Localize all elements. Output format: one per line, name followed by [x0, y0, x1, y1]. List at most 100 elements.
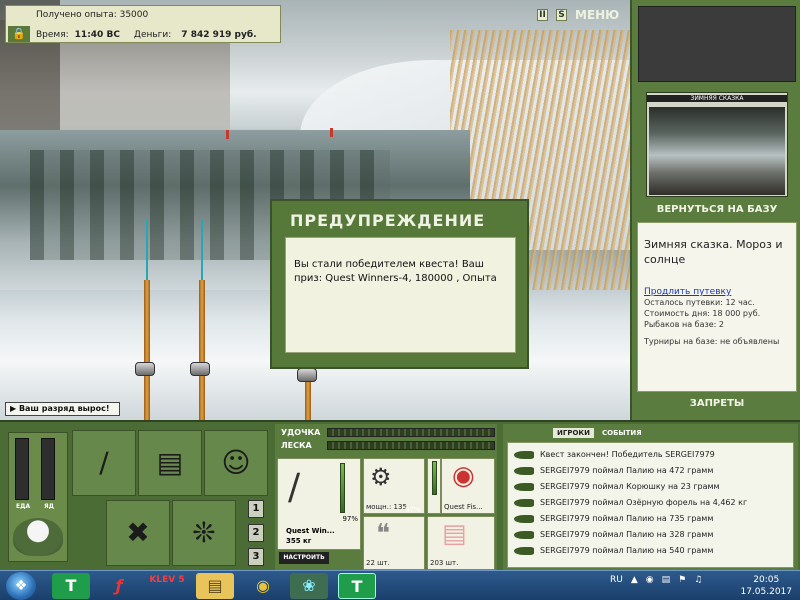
- taskbar-clock[interactable]: 20:05 17.05.2017: [740, 574, 792, 598]
- hooks-slot[interactable]: ❝ 22 шт.: [363, 516, 425, 570]
- player-info-panel: Получено опыта: 35000 🔒 Время: 11:40 ВС …: [5, 5, 281, 43]
- page-3-button[interactable]: 3: [248, 548, 264, 566]
- hooks-count: 22 шт.: [366, 559, 390, 567]
- reel-power: мощн.: 135: [366, 503, 407, 511]
- windows-logo-icon: ❖: [14, 578, 28, 594]
- fish-icon: [514, 514, 534, 523]
- log-line: SERGEI7979 поймал Палию на 540 грамм: [514, 543, 787, 559]
- fish-icon: [514, 482, 534, 491]
- float-1[interactable]: [226, 130, 229, 139]
- rod-2[interactable]: [199, 280, 205, 420]
- rod-1[interactable]: [144, 280, 150, 420]
- tackle-box-icon: ▤: [156, 446, 184, 479]
- time-value: 11:40 ВС: [74, 30, 120, 40]
- extend-trip-link[interactable]: Продлить путевку: [644, 287, 790, 297]
- dialog-title: ПРЕДУПРЕЖДЕНИЕ: [290, 211, 486, 230]
- anglers-count: Рыбаков на базе: 2: [644, 320, 724, 329]
- arrow-right-icon: ▶: [10, 404, 19, 413]
- sound-button[interactable]: S: [556, 9, 567, 21]
- taskbar-app-explorer[interactable]: ▤: [196, 573, 234, 599]
- rod-1-tip: [146, 220, 148, 280]
- rod-slot[interactable]: ∕ 97% Quest Win... 355 кг: [277, 458, 361, 550]
- bait-slot[interactable]: ▤ 203 шт.: [427, 516, 495, 570]
- ad-banner[interactable]: [638, 6, 796, 82]
- start-button[interactable]: ❖: [6, 572, 36, 600]
- food-gauge: [15, 438, 29, 500]
- windows-taskbar: ❖ T ƒ KLEV 5 ▤ ◉ ❀ T RU ▲ ◉ ▤ ⚑ ♫ 20:05 …: [0, 570, 800, 600]
- angler-button[interactable]: ☺: [204, 430, 268, 496]
- flag-icon[interactable]: ⚑: [678, 575, 686, 585]
- return-to-base-button[interactable]: ВЕРНУТЬСЯ НА БАЗУ: [632, 204, 800, 215]
- food-button[interactable]: ✖: [106, 500, 170, 566]
- float-2[interactable]: [330, 128, 333, 137]
- tray-expand-icon[interactable]: ▲: [631, 575, 638, 585]
- postcard-caption: ЗИМНЯЯ СКАЗКА: [647, 95, 787, 102]
- speaker-icon[interactable]: ♫: [694, 575, 702, 585]
- event-log[interactable]: Квест закончен! Победитель SERGEI7979 SE…: [507, 442, 794, 568]
- rod-1-reel[interactable]: [135, 362, 155, 376]
- antivirus-icon[interactable]: ◉: [646, 575, 654, 585]
- lock-icon[interactable]: 🔒: [8, 26, 30, 42]
- day-cost: Стоимость дня: 18 000 руб.: [644, 309, 761, 318]
- system-tray: RU ▲ ◉ ▤ ⚑ ♫: [610, 575, 702, 585]
- rod-icon: ∕: [288, 467, 301, 508]
- chrome-icon: ◉: [256, 576, 270, 595]
- warning-dialog[interactable]: ПРЕДУПРЕЖДЕНИЕ Вы стали победителем квес…: [270, 199, 529, 369]
- taskbar-app-fa[interactable]: ƒ: [100, 573, 138, 599]
- reel-percent: 97%: [405, 506, 421, 514]
- bans-button[interactable]: ЗАПРЕТЫ: [632, 398, 800, 409]
- taskbar-app-butterfly[interactable]: ❀: [290, 573, 328, 599]
- tune-button[interactable]: НАСТРОИТЬ: [279, 552, 329, 564]
- folder-icon: ▤: [207, 576, 223, 595]
- food-label: ЕДА: [16, 503, 31, 510]
- line-name: Quest Fis...: [444, 503, 483, 511]
- pause-button[interactable]: II: [537, 9, 548, 21]
- log-line: SERGEI7979 поймал Палию на 472 грамм: [514, 463, 787, 479]
- clock-date: 17.05.2017: [740, 587, 792, 597]
- language-indicator[interactable]: RU: [610, 575, 623, 585]
- fish-icon: ❊: [192, 516, 216, 549]
- rod-3-reel[interactable]: [297, 368, 317, 382]
- log-line: SERGEI7979 поймал Палию на 328 грамм: [514, 527, 787, 543]
- page-2-button[interactable]: 2: [248, 524, 264, 542]
- menu-button[interactable]: МЕНЮ: [575, 8, 619, 22]
- rod-2-reel[interactable]: [190, 362, 210, 376]
- log-line: SERGEI7979 поймал Палию на 735 грамм: [514, 511, 787, 527]
- log-line: Квест закончен! Победитель SERGEI7979: [514, 447, 787, 463]
- fish-bag-button[interactable]: ❊: [172, 500, 236, 566]
- line-slot[interactable]: ◉ Quest Fis...: [441, 458, 495, 514]
- tournaments-status: Турниры на базе: не объявлены: [644, 337, 780, 346]
- base-postcard: ЗИМНЯЯ СКАЗКА: [646, 92, 788, 197]
- taskbar-app-klev[interactable]: KLEV 5: [148, 573, 186, 599]
- poison-label: ЯД: [44, 503, 54, 510]
- taskbar-app-t1[interactable]: T: [52, 573, 90, 599]
- bait-icon: ▤: [442, 519, 467, 549]
- base-info-box: Зимняя сказка. Мороз и солнце Продлить п…: [637, 222, 797, 392]
- line-meter-label: ЛЕСКА: [281, 441, 312, 450]
- fish-icon: [514, 450, 534, 459]
- money-label: Деньги:: [133, 30, 172, 40]
- bottom-panel: ЕДА ЯД ∕ ▤ ☺ ✖ ❊ 1 2 3 УДОЧКА ЛЕСКА ∕ 97…: [0, 420, 800, 570]
- rank-up-notice[interactable]: ▶ Ваш разряд вырос!: [5, 402, 120, 416]
- fish-icon: [514, 530, 534, 539]
- rank-up-text: Ваш разряд вырос!: [18, 404, 110, 413]
- cauldron-icon[interactable]: [13, 518, 63, 556]
- taskbar-app-t2[interactable]: T: [338, 573, 376, 599]
- bait-count: 203 шт.: [430, 559, 459, 567]
- taskbar-app-chrome[interactable]: ◉: [244, 573, 282, 599]
- tackle-box-button[interactable]: ▤: [138, 430, 202, 496]
- dialog-message: Вы стали победителем квеста! Ваш приз: Q…: [285, 237, 516, 353]
- remaining-time: Осталось путевки: 12 час.: [644, 298, 755, 307]
- rods-button[interactable]: ∕: [72, 430, 136, 496]
- time-label: Время:: [36, 30, 69, 40]
- tab-events[interactable]: СОБЫТИЯ: [598, 428, 646, 438]
- tackle-panel: УДОЧКА ЛЕСКА ∕ 97% Quest Win... 355 кг Н…: [275, 424, 497, 570]
- tab-players[interactable]: ИГРОКИ: [553, 428, 594, 438]
- network-icon[interactable]: ▤: [662, 575, 671, 585]
- page-1-button[interactable]: 1: [248, 500, 264, 518]
- rod-weight: 355 кг: [286, 537, 312, 545]
- reel-wear-slot: [427, 458, 441, 514]
- fish-icon: [514, 466, 534, 475]
- angler-icon: ☺: [221, 446, 251, 479]
- base-panel: ЗИМНЯЯ СКАЗКА ВЕРНУТЬСЯ НА БАЗУ Зимняя с…: [630, 0, 800, 420]
